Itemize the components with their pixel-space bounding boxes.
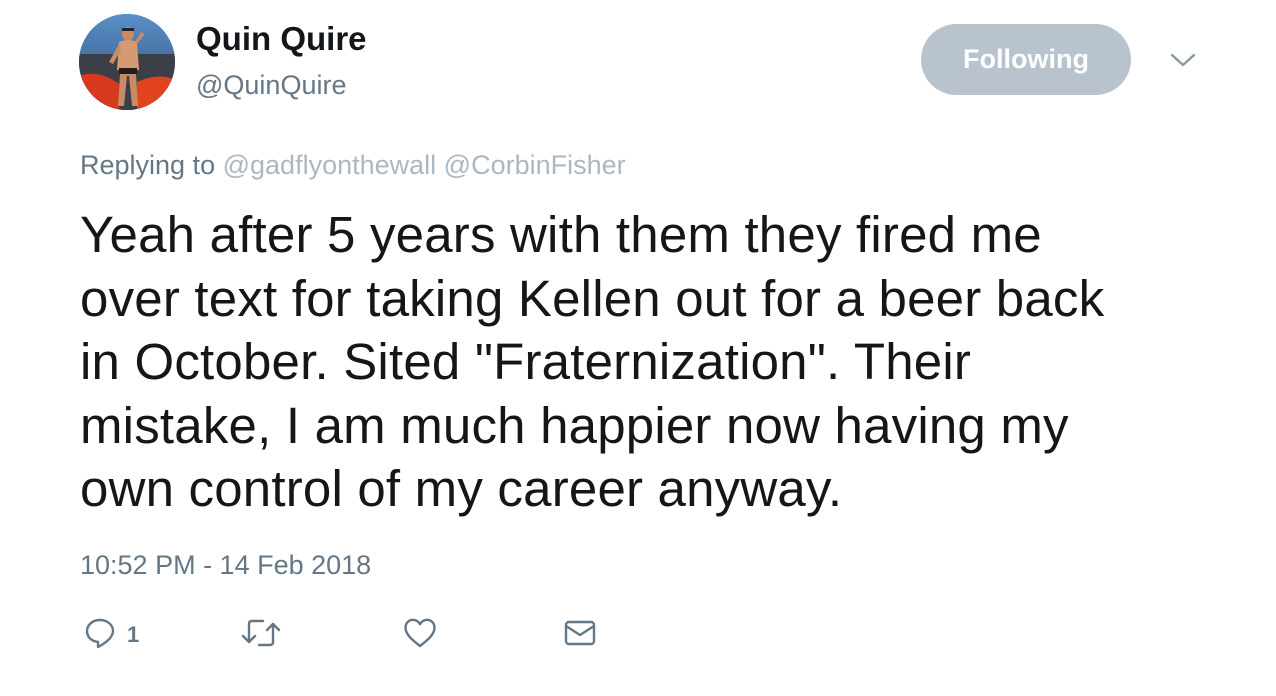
reply-button[interactable]: 1 [83,613,139,657]
heart-icon [402,616,438,655]
tweet-text-line: mistake, I am much happier now having my [80,396,1069,454]
like-button[interactable] [402,613,438,657]
tweet-text-line: Yeah after 5 years with them they fired … [80,206,1042,263]
direct-message-button[interactable] [562,613,598,657]
following-button[interactable]: Following [921,24,1131,95]
tweet-text: Yeah after 5 years with them they fired … [80,203,1230,521]
reply-context-label: Replying to [80,150,216,180]
tweet-text-line: in October. Sited "Fraternization". Thei… [80,333,972,390]
tweet-timestamp[interactable]: 10:52 PM - 14 Feb 2018 [80,550,371,581]
display-name[interactable]: Quin Quire [196,20,367,58]
chevron-down-icon[interactable] [1166,46,1200,74]
mention-link[interactable]: @gadflyonthewall [223,150,437,180]
retweet-icon [240,616,282,655]
retweet-button[interactable] [240,613,282,657]
envelope-icon [562,617,598,654]
tweet-card: Quin Quire @QuinQuire Following Replying… [0,0,1276,696]
reply-icon [83,616,117,655]
tweet-text-line: own control of my career anyway. [80,460,843,517]
mention-link[interactable]: @CorbinFisher [444,150,626,180]
avatar[interactable] [79,14,175,110]
reply-count: 1 [127,622,140,647]
user-handle[interactable]: @QuinQuire [196,70,346,101]
tweet-text-line: over text for taking Kellen out for a be… [80,269,1105,327]
reply-context: Replying to @gadflyonthewall @CorbinFish… [80,150,626,181]
